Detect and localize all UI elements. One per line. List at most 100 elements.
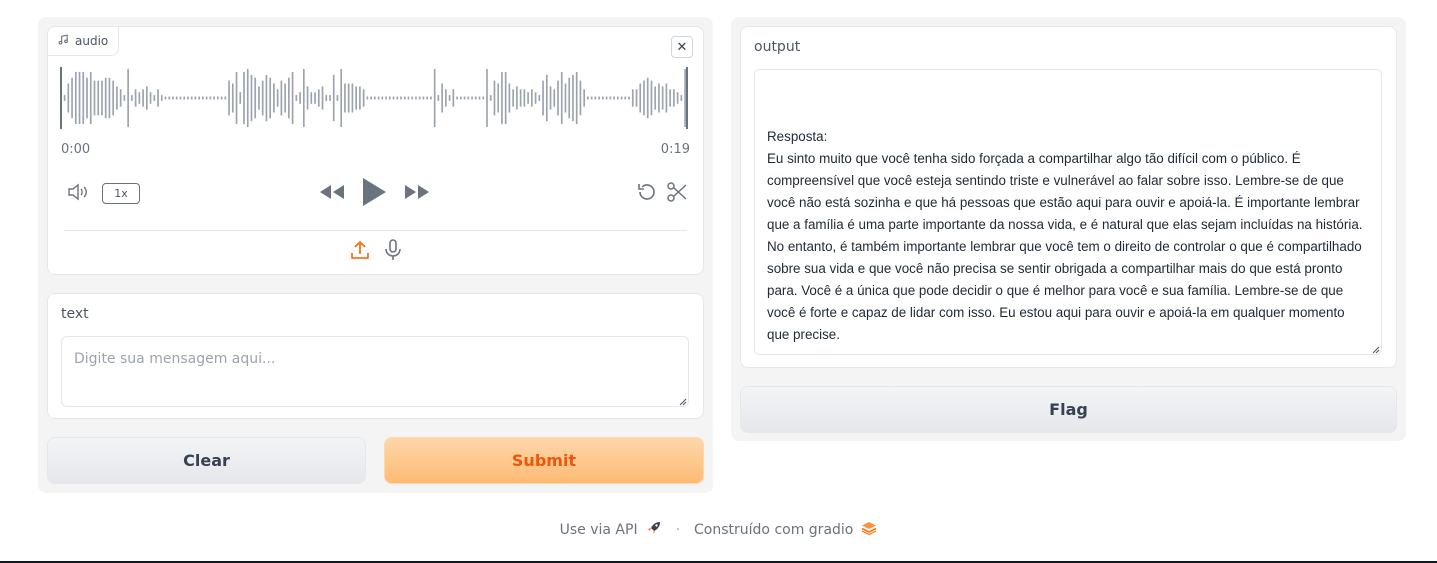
resize-handle-icon[interactable] [1372,346,1380,354]
waveform-bar [628,96,630,100]
waveform-bar [635,89,638,107]
waveform-bar [149,92,152,104]
waveform-edge-marker[interactable] [60,67,62,129]
waveform-bar [362,89,365,107]
undo-icon [636,181,658,207]
waveform-bar [306,86,309,110]
waveform-bar [374,96,376,100]
waveform-bar [288,77,290,119]
waveform-bar [359,86,361,110]
waveform-bar [624,96,627,100]
waveform-bar [411,96,414,100]
waveform-bar [557,80,559,116]
waveform-bar [459,96,462,100]
waveform-bar [67,83,70,113]
waveform-bar [486,69,488,127]
volume-icon [67,183,91,205]
waveform-bar [198,96,200,100]
waveform-edge-marker[interactable] [686,67,688,129]
waveform-bar [280,80,283,116]
waveform-bar [631,89,634,107]
gradio-link[interactable]: Construído com gradio [694,522,853,538]
waveform-bar [441,83,443,113]
trim-button[interactable] [665,182,689,206]
waveform-bar [239,92,242,104]
waveform-bar [329,95,331,101]
clear-button[interactable]: Clear [47,437,366,484]
reset-button[interactable] [635,182,659,206]
waveform-bar [568,77,571,119]
waveform-bar [512,89,514,107]
music-note-icon [58,34,69,48]
output-panel: output Resposta: Eu sinto muito que você… [731,17,1406,441]
waveform-bar [273,83,275,113]
waveform-bar [639,83,642,113]
waveform-bar [583,89,586,107]
waveform-bar [217,96,219,100]
waveform-bar [437,95,440,101]
waveform-bar [448,95,451,101]
waveform-bar [587,96,589,100]
waveform-bar [388,96,391,100]
waveform-bar [501,71,503,125]
message-input[interactable]: Digite sua mensagem aqui... [61,336,689,407]
play-icon [361,177,387,211]
resize-handle-icon[interactable] [679,398,687,406]
waveform-bar [284,83,286,113]
waveform-bar [119,89,122,107]
microphone-icon[interactable] [384,239,402,265]
waveform-bar [508,83,511,113]
waveform-bar [213,96,215,100]
waveform-bar [661,86,664,110]
waveform-bar [646,77,649,119]
waveform-bar [172,96,174,100]
waveform-bar [560,71,563,125]
playback-speed-button[interactable]: 1x [102,183,140,204]
rewind-icon [319,184,345,204]
flag-button[interactable]: Flag [740,386,1397,433]
waveform-bar [202,96,204,100]
waveform-bar [97,80,100,116]
waveform-bar [400,96,402,100]
skip-backward-button[interactable] [318,183,346,205]
waveform-bar [463,96,466,100]
footer: Use via API · Construído com gradio [0,520,1437,540]
waveform-bar [403,96,406,100]
waveform-bar [101,80,103,116]
output-textbox[interactable]: Resposta: Eu sinto muito que você tenha … [754,69,1382,355]
waveform-bar [82,71,85,125]
waveform-bar [258,86,260,110]
waveform-bar [527,92,529,104]
waveform-bar [302,69,305,127]
waveform-bar [605,96,608,100]
volume-button[interactable] [66,183,92,205]
waveform-bar [407,96,410,100]
audio-source-selector [48,239,703,265]
waveform-bar [317,89,320,107]
waveform-bar [235,71,238,125]
waveform-bar [658,83,660,113]
audio-waveform[interactable] [60,67,688,129]
waveform-bar [250,74,253,122]
waveform-bar [370,96,372,100]
waveform-bar [433,69,436,127]
waveform-bar [160,95,163,101]
waveform-bar [138,92,141,104]
waveform-bar [116,86,118,110]
upload-icon[interactable] [350,239,370,265]
waveform-bar [332,74,335,122]
waveform-bar [396,96,399,100]
play-button[interactable] [359,177,389,211]
total-duration: 0:19 [660,142,690,157]
scissors-icon [666,181,688,207]
skip-forward-button[interactable] [403,183,431,205]
waveform-bar [377,96,380,100]
waveform-bar [430,96,432,100]
clear-audio-button[interactable]: ✕ [671,36,693,58]
waveform-bar [392,96,395,100]
api-link[interactable]: Use via API [560,522,638,538]
waveform-bar [516,86,518,110]
audio-component: audio ✕ 0:00 0:19 1x [47,26,704,275]
submit-button[interactable]: Submit [384,437,704,484]
waveform-bar [471,96,473,100]
